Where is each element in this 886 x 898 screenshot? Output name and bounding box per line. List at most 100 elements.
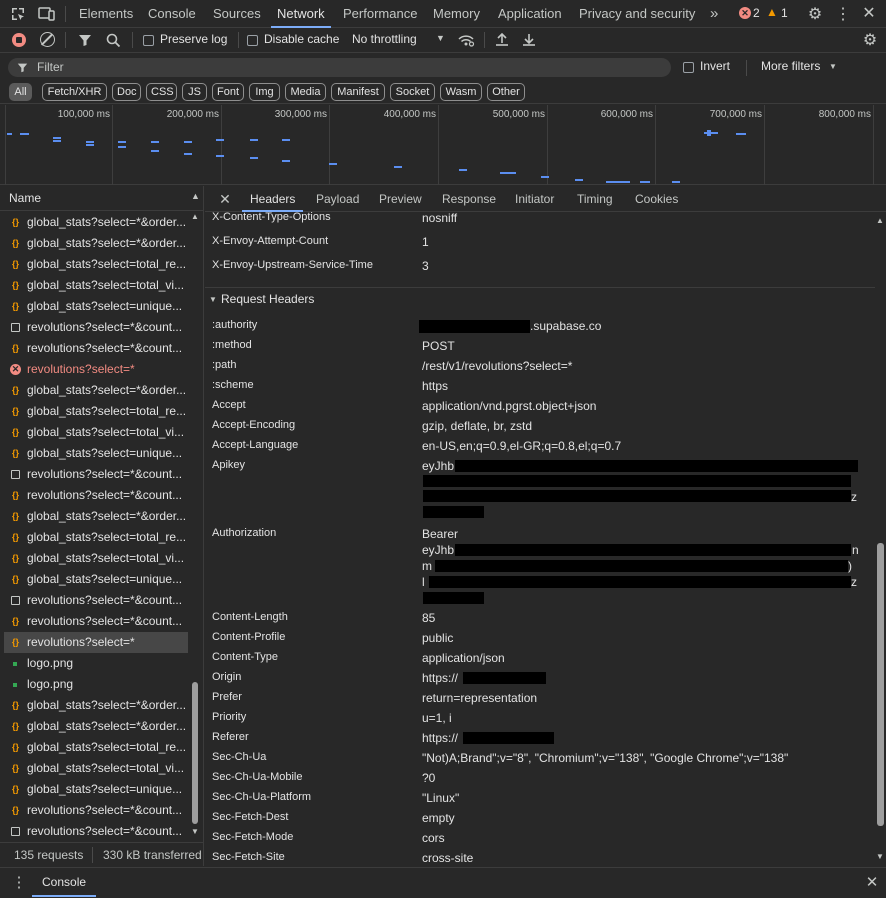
- tab-performance[interactable]: Performance: [343, 0, 417, 28]
- chip-all[interactable]: All: [9, 83, 32, 101]
- request-row[interactable]: {} global_stats?select=unique...: [4, 296, 188, 317]
- request-row[interactable]: {} global_stats?select=unique...: [4, 779, 188, 800]
- chip-img[interactable]: Img: [249, 83, 280, 101]
- chip-doc[interactable]: Doc: [112, 83, 141, 101]
- request-row[interactable]: {} global_stats?select=unique...: [4, 443, 188, 464]
- request-row[interactable]: {} global_stats?select=*&order...: [4, 506, 188, 527]
- close-details-icon[interactable]: ✕: [218, 191, 232, 207]
- tab-payload[interactable]: Payload: [316, 186, 359, 212]
- network-conditions-icon[interactable]: [456, 31, 476, 49]
- device-toolbar-icon[interactable]: [38, 6, 56, 22]
- scroll-down-icon[interactable]: ▼: [191, 827, 199, 836]
- chip-font[interactable]: Font: [212, 83, 244, 101]
- tab-initiator[interactable]: Initiator: [515, 186, 554, 212]
- request-row[interactable]: revolutions?select=*&count...: [4, 464, 188, 485]
- more-options-icon[interactable]: ⋮: [835, 5, 851, 23]
- request-row[interactable]: revolutions?select=*&count...: [4, 821, 188, 842]
- more-tabs-button[interactable]: »: [710, 0, 718, 28]
- chip-other[interactable]: Other: [487, 83, 525, 101]
- drawer-tab-console[interactable]: Console: [42, 875, 86, 889]
- request-row[interactable]: {} global_stats?select=*&order...: [4, 380, 188, 401]
- details-scroll-up-icon[interactable]: ▲: [876, 216, 884, 225]
- scroll-up-icon[interactable]: ▲: [191, 212, 199, 221]
- chip-wasm[interactable]: Wasm: [440, 83, 482, 101]
- stop-recording-icon[interactable]: [12, 33, 26, 47]
- preserve-log-label[interactable]: Preserve log: [160, 32, 227, 46]
- disable-cache-checkbox[interactable]: [247, 35, 258, 46]
- details-scrollbar[interactable]: [877, 543, 884, 826]
- request-row[interactable]: {} global_stats?select=total_re...: [4, 737, 188, 758]
- clear-icon[interactable]: [40, 32, 55, 47]
- request-row[interactable]: revolutions?select=*&count...: [4, 590, 188, 611]
- request-row[interactable]: {} global_stats?select=total_re...: [4, 401, 188, 422]
- tab-elements[interactable]: Elements: [79, 0, 133, 28]
- chip-manifest[interactable]: Manifest: [331, 83, 385, 101]
- request-row[interactable]: {} revolutions?select=*&count...: [4, 800, 188, 821]
- tab-timing[interactable]: Timing: [577, 186, 613, 212]
- request-row[interactable]: {} global_stats?select=total_vi...: [4, 758, 188, 779]
- request-row[interactable]: {} global_stats?select=total_vi...: [4, 275, 188, 296]
- sort-up-icon[interactable]: ▲: [191, 191, 200, 201]
- chip-media[interactable]: Media: [285, 83, 326, 101]
- invert-checkbox[interactable]: [683, 62, 694, 73]
- network-settings-gear-icon[interactable]: ⚙: [861, 31, 879, 49]
- tab-privacy-security[interactable]: Privacy and security: [579, 0, 695, 28]
- requests-scrollbar[interactable]: [192, 682, 198, 824]
- invert-label[interactable]: Invert: [700, 59, 730, 73]
- request-row[interactable]: {} revolutions?select=*: [4, 632, 188, 653]
- section-expand-icon[interactable]: ▼: [209, 295, 217, 304]
- filter-input[interactable]: Filter: [8, 58, 671, 77]
- drawer-menu-icon[interactable]: ⋮: [12, 873, 27, 891]
- network-overview[interactable]: 100,000 ms 200,000 ms 300,000 ms 400,000…: [0, 105, 886, 185]
- import-har-icon[interactable]: [494, 31, 510, 49]
- request-row[interactable]: revolutions?select=*&count...: [4, 317, 188, 338]
- more-filters-button[interactable]: More filters: [761, 59, 820, 73]
- request-row[interactable]: {} global_stats?select=total_re...: [4, 254, 188, 275]
- warnings-count[interactable]: 1: [781, 6, 788, 20]
- requests-header[interactable]: Name ▲: [0, 186, 204, 211]
- request-row[interactable]: {} global_stats?select=total_re...: [4, 527, 188, 548]
- request-row[interactable]: logo.png: [4, 674, 188, 695]
- request-headers-section[interactable]: Request Headers: [221, 292, 314, 306]
- request-row[interactable]: {} revolutions?select=*&count...: [4, 338, 188, 359]
- throttling-chevron-down-icon[interactable]: ▼: [436, 33, 445, 43]
- request-row[interactable]: {} global_stats?select=unique...: [4, 569, 188, 590]
- request-row[interactable]: ✕ revolutions?select=*: [4, 359, 188, 380]
- name-column-header[interactable]: Name: [9, 191, 41, 205]
- chip-css[interactable]: CSS: [146, 83, 177, 101]
- tab-cookies[interactable]: Cookies: [635, 186, 678, 212]
- request-row[interactable]: {} revolutions?select=*&count...: [4, 611, 188, 632]
- settings-gear-icon[interactable]: ⚙: [806, 5, 824, 23]
- inspect-element-icon[interactable]: [10, 6, 26, 22]
- disable-cache-label[interactable]: Disable cache: [264, 32, 339, 46]
- tab-response[interactable]: Response: [442, 186, 496, 212]
- details-scroll-down-icon[interactable]: ▼: [876, 852, 884, 861]
- more-filters-chevron-down-icon[interactable]: ▼: [829, 62, 837, 71]
- tab-network[interactable]: Network: [271, 0, 331, 28]
- request-row[interactable]: logo.png: [4, 653, 188, 674]
- search-icon[interactable]: [105, 32, 121, 48]
- error-icon[interactable]: ✕: [739, 7, 751, 19]
- tab-application[interactable]: Application: [498, 0, 562, 28]
- request-row[interactable]: {} global_stats?select=total_vi...: [4, 422, 188, 443]
- preserve-log-checkbox[interactable]: [143, 35, 154, 46]
- filter-icon[interactable]: [78, 32, 92, 48]
- request-row[interactable]: {} global_stats?select=total_vi...: [4, 548, 188, 569]
- request-row[interactable]: {} global_stats?select=*&order...: [4, 716, 188, 737]
- chip-js[interactable]: JS: [182, 83, 207, 101]
- request-row[interactable]: {} global_stats?select=*&order...: [4, 695, 188, 716]
- close-drawer-icon[interactable]: ✕: [864, 873, 880, 891]
- errors-count[interactable]: 2: [753, 6, 760, 20]
- close-devtools-icon[interactable]: ✕: [861, 4, 877, 22]
- chip-fetch-xhr[interactable]: Fetch/XHR: [42, 83, 107, 101]
- tab-memory[interactable]: Memory: [433, 0, 480, 28]
- warning-icon[interactable]: ▲: [766, 5, 778, 19]
- tab-headers[interactable]: Headers: [241, 186, 304, 212]
- tab-sources[interactable]: Sources: [213, 0, 261, 28]
- throttling-select[interactable]: No throttling: [352, 32, 417, 46]
- chip-socket[interactable]: Socket: [390, 83, 435, 101]
- tab-console[interactable]: Console: [148, 0, 196, 28]
- export-har-icon[interactable]: [521, 31, 537, 49]
- request-row[interactable]: {} global_stats?select=*&order...: [4, 233, 188, 254]
- request-row[interactable]: {} global_stats?select=*&order...: [4, 212, 188, 233]
